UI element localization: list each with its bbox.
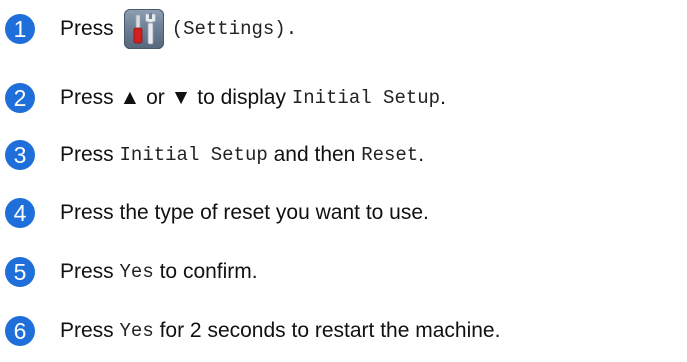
step-1-press: Press	[60, 17, 114, 40]
step-5-yes-label: Yes	[119, 261, 154, 283]
step-3-period: .	[418, 143, 425, 166]
step-3-connector: and then	[273, 143, 356, 166]
step-number-3: 3	[5, 140, 35, 170]
step-5: 5 Press Yes to confirm.	[5, 255, 258, 289]
step-number-5: 5	[5, 257, 35, 287]
step-text-6: Press Yes for 2 seconds to restart the m…	[60, 319, 500, 343]
step-text-4: Press the type of reset you want to use.	[60, 201, 429, 225]
step-2-menu-label: Initial Setup	[291, 87, 441, 109]
step-6: 6 Press Yes for 2 seconds to restart the…	[5, 314, 500, 348]
step-text-3: Press Initial Setup and then Reset .	[60, 143, 424, 167]
step-1-settings-label: (Settings).	[171, 18, 298, 40]
step-number-1: 1	[5, 14, 35, 44]
step-1: 1 Press (Settings).	[5, 9, 297, 49]
step-2-period: .	[440, 86, 446, 109]
step-text-1: Press (Settings).	[60, 9, 297, 49]
step-text-2: Press ▲ or ▼ to display Initial Setup .	[60, 86, 446, 110]
step-3-press: Press	[60, 143, 114, 166]
step-3-reset-label: Reset	[361, 144, 419, 166]
step-6-press: Press	[60, 319, 114, 342]
step-3-menu-label: Initial Setup	[119, 144, 268, 166]
settings-icon	[123, 9, 164, 49]
step-text-5: Press Yes to confirm.	[60, 260, 258, 284]
step-4-instruction: Press the type of reset you want to use.	[60, 201, 429, 224]
step-number-6: 6	[5, 316, 35, 346]
step-2-instruction: Press ▲ or ▼ to display	[60, 86, 286, 109]
step-5-rest: to confirm.	[159, 260, 258, 283]
step-4: 4 Press the type of reset you want to us…	[5, 196, 429, 230]
step-6-rest: for 2 seconds to restart the machine.	[159, 319, 501, 342]
step-2: 2 Press ▲ or ▼ to display Initial Setup …	[5, 81, 446, 115]
step-5-press: Press	[60, 260, 114, 283]
step-6-yes-label: Yes	[119, 320, 154, 342]
step-number-4: 4	[5, 198, 35, 228]
step-number-2: 2	[5, 83, 35, 113]
step-3: 3 Press Initial Setup and then Reset .	[5, 138, 424, 172]
